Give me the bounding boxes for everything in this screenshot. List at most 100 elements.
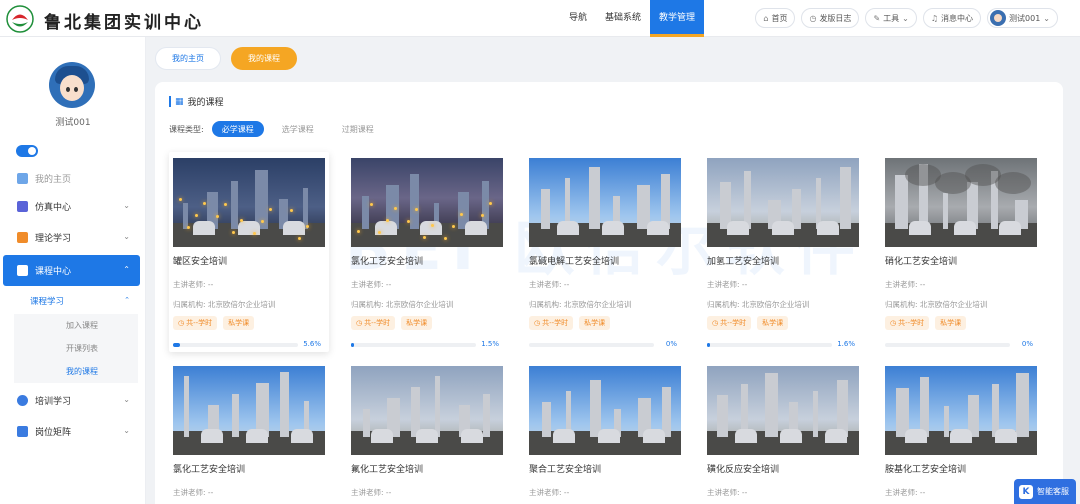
- course-title[interactable]: 胺基化工艺安全培训: [885, 462, 1041, 475]
- course-thumbnail[interactable]: [351, 366, 503, 455]
- sidebar-item-theory[interactable]: 理论学习 ⌄: [0, 222, 146, 253]
- course-tags: ◷ 共--学时 私学课: [351, 316, 507, 330]
- sidebar-item-home[interactable]: 我的主页: [0, 165, 146, 191]
- course-type-badge: 私学课: [579, 316, 611, 330]
- home-button[interactable]: ⌂ 首页: [755, 8, 796, 28]
- sidebar-sub-course-study[interactable]: 课程学习 ⌃: [0, 288, 146, 314]
- course-thumbnail[interactable]: [351, 158, 503, 247]
- page-tabs: 我的主页 我的课程: [155, 47, 297, 70]
- sidebar-item-label: 培训学习: [35, 397, 72, 407]
- course-title[interactable]: 氯化工艺安全培训: [351, 254, 507, 267]
- course-title[interactable]: 罐区安全培训: [173, 254, 329, 267]
- messages-button[interactable]: ♫ 消息中心: [922, 8, 982, 28]
- progress-track: [885, 343, 1010, 347]
- filter-label: 课程类型:: [169, 124, 204, 134]
- course-title[interactable]: 加氢工艺安全培训: [707, 254, 863, 267]
- tools-dropdown[interactable]: ✎ 工具 ⌄: [865, 8, 917, 28]
- chevron-down-icon: ⌄: [123, 201, 130, 210]
- sidebar-course-list[interactable]: 开课列表: [14, 337, 138, 360]
- course-card[interactable]: 胺基化工艺安全培训 主讲老师: --: [881, 360, 1041, 498]
- course-thumbnail[interactable]: [707, 158, 859, 247]
- user-avatar[interactable]: [49, 62, 95, 108]
- progress-fill: [707, 343, 710, 347]
- sidebar-item-simulation[interactable]: 仿真中心 ⌄: [0, 191, 146, 222]
- course-title[interactable]: 硝化工艺安全培训: [885, 254, 1041, 267]
- course-card[interactable]: 氯碱电解工艺安全培训 主讲老师: -- 归属机构: 北京欧倍尔企业培训 ◷ 共--学时私…: [525, 152, 685, 350]
- service-icon: K: [1019, 484, 1033, 499]
- course-title[interactable]: 氯碱电解工艺安全培训: [529, 254, 685, 267]
- course-teacher: 主讲老师: --: [529, 488, 570, 497]
- course-card[interactable]: 加氢工艺安全培训 主讲老师: -- 归属机构: 北京欧倍尔企业培训 ◷ 共--学时 私学课…: [703, 152, 863, 350]
- chevron-down-icon: ⌄: [123, 232, 130, 241]
- course-teacher: 主讲老师: --: [707, 280, 748, 289]
- smart-service-button[interactable]: K 智能客服: [1014, 479, 1076, 504]
- sidebar-item-position-matrix[interactable]: 岗位矩阵 ⌄: [0, 416, 146, 447]
- course-hours-text: 共--学时: [186, 319, 213, 327]
- course-thumbnail[interactable]: [173, 366, 325, 455]
- course-card[interactable]: 磺化反应安全培训 主讲老师: --: [703, 360, 863, 498]
- course-title[interactable]: 氟化工艺安全培训: [351, 462, 507, 475]
- course-thumbnail[interactable]: [173, 158, 325, 247]
- filter-elective[interactable]: 选学课程: [272, 121, 324, 137]
- course-hours-text: 共--学时: [364, 319, 391, 327]
- progress-percent: 0%: [1021, 340, 1033, 348]
- courses-panel: BEI 欧倍尔软件 ▦ 我的课程 课程类型: 必学课程 选学课程 过期课程 罐区…: [155, 82, 1063, 504]
- nav-basic-system[interactable]: 基础系统: [596, 0, 650, 37]
- course-hours-text: 共--学时: [542, 319, 569, 327]
- course-thumbnail[interactable]: [885, 366, 1037, 455]
- sidebar-toggle[interactable]: [16, 145, 38, 157]
- filter-required[interactable]: 必学课程: [211, 121, 264, 137]
- sidebar-item-training[interactable]: 培训学习 ⌄: [0, 385, 146, 416]
- course-title[interactable]: 聚合工艺安全培训: [529, 462, 685, 475]
- grid-icon: ▦: [175, 96, 184, 107]
- user-menu[interactable]: 测试001 ⌄: [987, 8, 1058, 28]
- course-thumbnail[interactable]: [885, 158, 1037, 247]
- sidebar-item-label: 我的主页: [35, 174, 72, 185]
- course-thumbnail[interactable]: [529, 366, 681, 455]
- progress-track: [707, 343, 832, 347]
- progress-percent: 1.6%: [837, 340, 855, 348]
- top-actions: ⌂ 首页 ◷ 发版日志 ✎ 工具 ⌄ ♫ 消息中心 测试001 ⌄: [755, 8, 1058, 28]
- course-teacher: 主讲老师: --: [173, 488, 214, 497]
- progress-track: [173, 343, 298, 347]
- sidebar-item-course-center[interactable]: 课程中心 ⌃: [3, 255, 140, 286]
- course-card[interactable]: 罐区安全培训 主讲老师: -- 归属机构: 北京欧倍尔企业培训 ◷ 共--学时 私学课 5.…: [169, 152, 329, 352]
- course-title[interactable]: 氯化工艺安全培训: [173, 462, 329, 475]
- clock-icon: ◷: [712, 319, 719, 327]
- tab-my-home[interactable]: 我的主页: [155, 47, 221, 70]
- book-icon: [17, 232, 28, 243]
- course-tags: ◷ 共--学时 私学课: [529, 316, 685, 330]
- panel-title: ▦ 我的课程: [169, 95, 224, 108]
- course-progress: 0%: [529, 340, 681, 350]
- sidebar-join-course[interactable]: 加入课程: [14, 314, 138, 337]
- course-teacher: 主讲老师: --: [351, 488, 392, 497]
- sidebar-item-label: 理论学习: [35, 234, 72, 244]
- changelog-button[interactable]: ◷ 发版日志: [801, 8, 860, 28]
- progress-percent: 5.6%: [303, 340, 321, 348]
- sidebar: 测试001 我的主页 仿真中心 ⌄ 理论学习 ⌄ 课程中心 ⌃ 课程学习 ⌃ 加…: [0, 37, 146, 504]
- course-card[interactable]: 硝化工艺安全培训 主讲老师: -- 归属机构: 北京欧倍尔企业培训 ◷ 共--学时 私学课…: [881, 152, 1041, 350]
- wrench-icon: ✎: [873, 13, 881, 23]
- course-progress: 1.5%: [351, 340, 503, 350]
- sidebar-my-courses[interactable]: 我的课程: [14, 360, 138, 383]
- home-icon: ⌂: [763, 13, 769, 23]
- course-icon: [17, 265, 28, 276]
- course-card[interactable]: 氯化工艺安全培训 主讲老师: -- 归属机构: 北京欧倍尔企业培训 ◷ 共--学时 私学课…: [347, 152, 507, 350]
- nav-teaching-admin[interactable]: 教学管理: [650, 0, 705, 37]
- chevron-down-icon: ⌄: [1043, 13, 1050, 23]
- course-thumbnail[interactable]: [707, 366, 859, 455]
- tab-my-courses[interactable]: 我的课程: [231, 47, 297, 70]
- course-thumbnail[interactable]: [529, 158, 681, 247]
- course-tags: ◷ 共--学时 私学课: [707, 316, 863, 330]
- course-type-filter: 课程类型: 必学课程 选学课程 过期课程: [169, 121, 384, 137]
- filter-expired[interactable]: 过期课程: [332, 121, 384, 137]
- course-title[interactable]: 磺化反应安全培训: [707, 462, 863, 475]
- course-card[interactable]: 氟化工艺安全培训主讲老师: --: [347, 360, 507, 498]
- course-card[interactable]: 氯化工艺安全培训主讲老师: --: [169, 360, 329, 498]
- progress-fill: [351, 343, 354, 347]
- course-teacher: 主讲老师: --: [351, 280, 392, 289]
- course-teacher: 主讲老师: --: [173, 280, 214, 289]
- course-card[interactable]: 聚合工艺安全培训主讲老师: --: [525, 360, 685, 498]
- course-type-badge: 私学课: [757, 316, 789, 330]
- nav-daohang[interactable]: 导航: [560, 0, 596, 37]
